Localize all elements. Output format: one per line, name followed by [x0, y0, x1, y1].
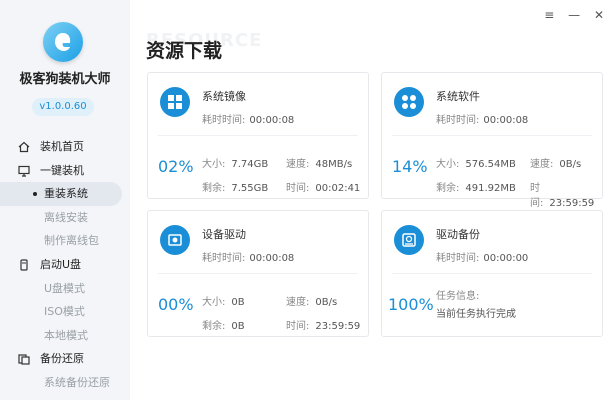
nav-onekey-label: 一键装机 [40, 163, 84, 177]
nav-onekey[interactable]: 一键装机 [0, 159, 130, 183]
nav-backup[interactable]: 备份还原 [0, 347, 130, 371]
nav-usb-boot[interactable]: 启动U盘 [0, 253, 130, 277]
minimize-button[interactable]: — [568, 8, 580, 22]
size-value: 大小: 0B [202, 297, 245, 308]
remain-value: 剩余: 491.92MB [436, 183, 516, 194]
nav-local-mode[interactable]: 本地模式 [0, 324, 130, 348]
card-title: 系统镜像 [202, 90, 246, 103]
time-value: 时间: 00:02:41 [286, 183, 361, 194]
sidebar: 极客狗装机大师 v1.0.0.60 装机首页 一键装机 重装系统 离线安装 制作… [0, 0, 130, 400]
version-badge: v1.0.0.60 [32, 98, 94, 116]
nav-sys-backup[interactable]: 系统备份还原 [0, 371, 130, 395]
driver-icon [160, 225, 190, 255]
progress-percent: 00% [158, 295, 194, 314]
app-logo-icon [43, 22, 83, 62]
divider [392, 273, 592, 274]
nav-make-offline[interactable]: 制作离线包 [0, 229, 130, 253]
speed-value: 速度: 48MB/s [286, 159, 353, 170]
windows-icon [160, 87, 190, 117]
nav-home[interactable]: 装机首页 [0, 135, 130, 159]
progress-percent: 100% [388, 295, 434, 314]
app-name: 极客狗装机大师 [19, 72, 111, 87]
elapsed-time: 耗时时间: 00:00:00 [436, 253, 529, 264]
remain-value: 剩余: 7.55GB [202, 183, 269, 194]
nav-home-label: 装机首页 [40, 140, 84, 153]
elapsed-time: 耗时时间: 00:00:08 [202, 115, 295, 126]
usb-icon [20, 259, 28, 271]
nav-usb-boot-label: 启动U盘 [40, 257, 82, 271]
sidebar-nav: 装机首页 一键装机 重装系统 离线安装 制作离线包 启动U盘 U盘模式 ISO模… [0, 135, 130, 395]
home-icon [18, 141, 30, 153]
progress-percent: 02% [158, 157, 194, 176]
apps-icon [394, 87, 424, 117]
task-info-value: 当前任务执行完成 [436, 309, 516, 320]
backup-icon [18, 354, 30, 365]
monitor-icon [18, 165, 30, 177]
task-info-label: 任务信息: [436, 291, 480, 302]
menu-button[interactable]: ≡ [544, 8, 554, 22]
card-system-software: 系统软件 耗时时间: 00:00:08 14% 大小: 576.54MB 速度: 0B… [381, 72, 603, 209]
time-value: 时间: 23:59:59 [286, 321, 361, 332]
card-title: 驱动备份 [436, 228, 480, 241]
elapsed-time: 耗时时间: 00:00:08 [436, 115, 529, 126]
card-title: 设备驱动 [202, 228, 246, 241]
card-title: 系统软件 [436, 90, 480, 103]
time-value: 时间: 23:59:59 [530, 183, 595, 209]
speed-value: 速度: 0B/s [530, 159, 582, 170]
size-value: 大小: 576.54MB [436, 159, 516, 170]
divider [158, 273, 358, 274]
nav-usb-mode[interactable]: U盘模式 [0, 277, 130, 301]
speed-value: 速度: 0B/s [286, 297, 338, 308]
divider [158, 135, 358, 136]
window-controls: ≡ — ✕ [534, 8, 604, 22]
size-value: 大小: 7.74GB [202, 159, 269, 170]
divider [392, 135, 592, 136]
disk-backup-icon [394, 225, 424, 255]
nav-iso-mode[interactable]: ISO模式 [0, 300, 130, 324]
nav-reinstall[interactable]: 重装系统 [0, 182, 122, 206]
nav-offline-install[interactable]: 离线安装 [0, 206, 130, 230]
page-title: 资源下载 [146, 40, 223, 62]
card-driver-backup: 驱动备份 耗时时间: 00:00:00 100% 任务信息: 当前任务执行完成 [381, 210, 603, 337]
card-system-image: 系统镜像 耗时时间: 00:00:08 02% 大小: 7.74GB 速度: 48MB… [147, 72, 369, 199]
nav-backup-label: 备份还原 [40, 352, 84, 366]
close-button[interactable]: ✕ [594, 8, 604, 22]
remain-value: 剩余: 0B [202, 321, 245, 332]
elapsed-time: 耗时时间: 00:00:08 [202, 253, 295, 264]
card-device-driver: 设备驱动 耗时时间: 00:00:08 00% 大小: 0B 速度: 0B/s 剩余:… [147, 210, 369, 337]
progress-percent: 14% [392, 157, 428, 176]
